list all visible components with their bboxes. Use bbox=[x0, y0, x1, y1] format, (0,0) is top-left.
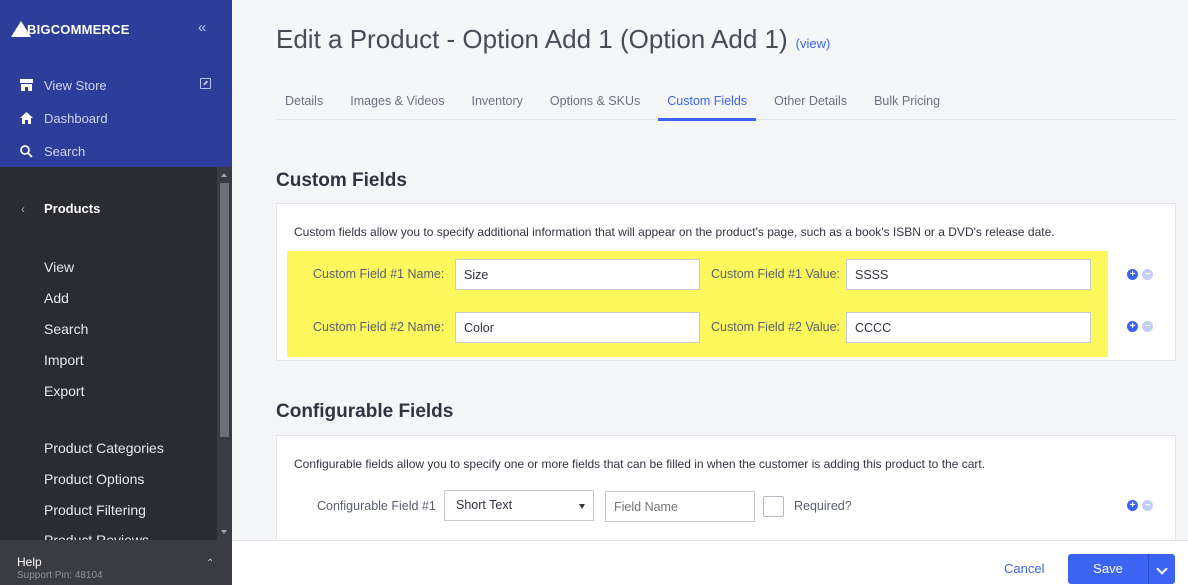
brand-name: BIGCOMMERCE bbox=[27, 21, 130, 37]
home-icon bbox=[19, 111, 33, 125]
external-link-icon[interactable] bbox=[200, 78, 211, 89]
sidebar-section-heading: Products bbox=[44, 201, 101, 216]
action-bar: Cancel Save bbox=[232, 540, 1188, 585]
custom-field-1-value-label: Custom Field #1 Value: bbox=[711, 267, 840, 281]
configurable-fields-description: Configurable fields allow you to specify… bbox=[294, 457, 986, 471]
sidebar-item-view-store[interactable]: View Store bbox=[19, 75, 107, 95]
tab-inventory[interactable]: Inventory bbox=[463, 82, 532, 120]
sidebar: BIGCOMMERCE « View Store Dashboard Searc… bbox=[0, 0, 232, 585]
sidebar-item-search[interactable]: Search bbox=[19, 141, 85, 161]
scroll-down-arrow-icon[interactable] bbox=[221, 530, 227, 534]
page-title: Edit a Product - Option Add 1 (Option Ad… bbox=[276, 24, 830, 55]
field-type-select[interactable]: Short Text bbox=[444, 490, 594, 521]
remove-field-icon[interactable]: − bbox=[1142, 321, 1153, 332]
custom-field-1-name-input[interactable] bbox=[455, 259, 700, 290]
sidebar-item-product-options[interactable]: Product Options bbox=[44, 471, 144, 487]
field-type-selected: Short Text bbox=[456, 498, 513, 512]
custom-field-1-name-label: Custom Field #1 Name: bbox=[313, 267, 445, 281]
save-options-chevron-icon[interactable] bbox=[1148, 554, 1175, 584]
custom-fields-description: Custom fields allow you to specify addit… bbox=[294, 225, 1055, 239]
required-checkbox[interactable] bbox=[763, 496, 784, 517]
add-field-icon[interactable]: + bbox=[1127, 500, 1138, 511]
remove-field-icon[interactable]: − bbox=[1142, 269, 1153, 280]
custom-field-1-value-input[interactable] bbox=[846, 259, 1091, 290]
configurable-fields-heading: Configurable Fields bbox=[276, 401, 454, 422]
scroll-up-arrow-icon[interactable] bbox=[221, 173, 227, 177]
help-label: Help bbox=[17, 555, 42, 569]
brand-logo[interactable]: BIGCOMMERCE bbox=[11, 17, 130, 41]
dropdown-arrow-icon bbox=[579, 504, 585, 509]
product-tabs: Details Images & Videos Inventory Option… bbox=[276, 82, 1176, 121]
remove-field-icon[interactable]: − bbox=[1142, 500, 1153, 511]
sidebar-item-label: Dashboard bbox=[44, 110, 108, 126]
storefront-icon bbox=[19, 78, 33, 92]
main-content: Edit a Product - Option Add 1 (Option Ad… bbox=[232, 0, 1188, 585]
sidebar-item-view[interactable]: View bbox=[44, 259, 74, 275]
chevron-up-icon[interactable]: ⌃ bbox=[206, 558, 214, 569]
tab-bulk-pricing[interactable]: Bulk Pricing bbox=[865, 82, 949, 120]
sidebar-item-product-filtering[interactable]: Product Filtering bbox=[44, 502, 146, 518]
search-icon bbox=[19, 144, 33, 158]
tab-other-details[interactable]: Other Details bbox=[765, 82, 856, 120]
custom-field-2-name-input[interactable] bbox=[455, 312, 700, 343]
sidebar-scrollbar[interactable] bbox=[217, 167, 232, 540]
custom-fields-heading: Custom Fields bbox=[276, 170, 407, 191]
tab-options-skus[interactable]: Options & SKUs bbox=[541, 82, 649, 120]
tab-details[interactable]: Details bbox=[276, 82, 332, 120]
scroll-thumb[interactable] bbox=[220, 183, 229, 437]
support-pin: Support Pin: 48104 bbox=[17, 570, 103, 581]
sidebar-item-import[interactable]: Import bbox=[44, 352, 84, 368]
sidebar-item-label: View Store bbox=[44, 77, 107, 93]
custom-field-2-value-label: Custom Field #2 Value: bbox=[711, 320, 840, 334]
help-section[interactable]: Help Support Pin: 48104 ⌃ bbox=[0, 540, 232, 585]
sidebar-item-label: Search bbox=[44, 143, 86, 159]
field-name-input[interactable] bbox=[605, 491, 755, 522]
sidebar-item-export[interactable]: Export bbox=[44, 383, 84, 399]
sidebar-item-add[interactable]: Add bbox=[44, 290, 69, 306]
custom-fields-panel: Custom fields allow you to specify addit… bbox=[276, 203, 1176, 361]
tab-custom-fields[interactable]: Custom Fields bbox=[658, 82, 757, 121]
cancel-button[interactable]: Cancel bbox=[1004, 561, 1044, 576]
custom-field-2-value-input[interactable] bbox=[846, 312, 1091, 343]
tab-images-videos[interactable]: Images & Videos bbox=[341, 82, 453, 120]
sidebar-item-search-products[interactable]: Search bbox=[44, 321, 88, 337]
add-field-icon[interactable]: + bbox=[1127, 269, 1138, 280]
sidebar-item-product-categories[interactable]: Product Categories bbox=[44, 440, 164, 456]
view-product-link[interactable]: (view) bbox=[796, 36, 831, 51]
save-button[interactable]: Save bbox=[1068, 554, 1148, 584]
sidebar-item-dashboard[interactable]: Dashboard bbox=[19, 108, 108, 128]
required-label: Required? bbox=[794, 499, 852, 513]
sidebar-header: BIGCOMMERCE « View Store Dashboard Searc… bbox=[0, 0, 232, 167]
page-title-text: Edit a Product - Option Add 1 (Option Ad… bbox=[276, 24, 788, 54]
configurable-field-1-label: Configurable Field #1 bbox=[317, 499, 436, 513]
custom-field-2-name-label: Custom Field #2 Name: bbox=[313, 320, 445, 334]
sidebar-item-product-reviews[interactable]: Product Reviews bbox=[44, 533, 149, 540]
back-chevron-icon[interactable]: ‹ bbox=[21, 202, 25, 216]
add-field-icon[interactable]: + bbox=[1127, 321, 1138, 332]
collapse-sidebar-icon[interactable]: « bbox=[198, 19, 206, 36]
configurable-fields-panel: Configurable fields allow you to specify… bbox=[276, 435, 1176, 540]
